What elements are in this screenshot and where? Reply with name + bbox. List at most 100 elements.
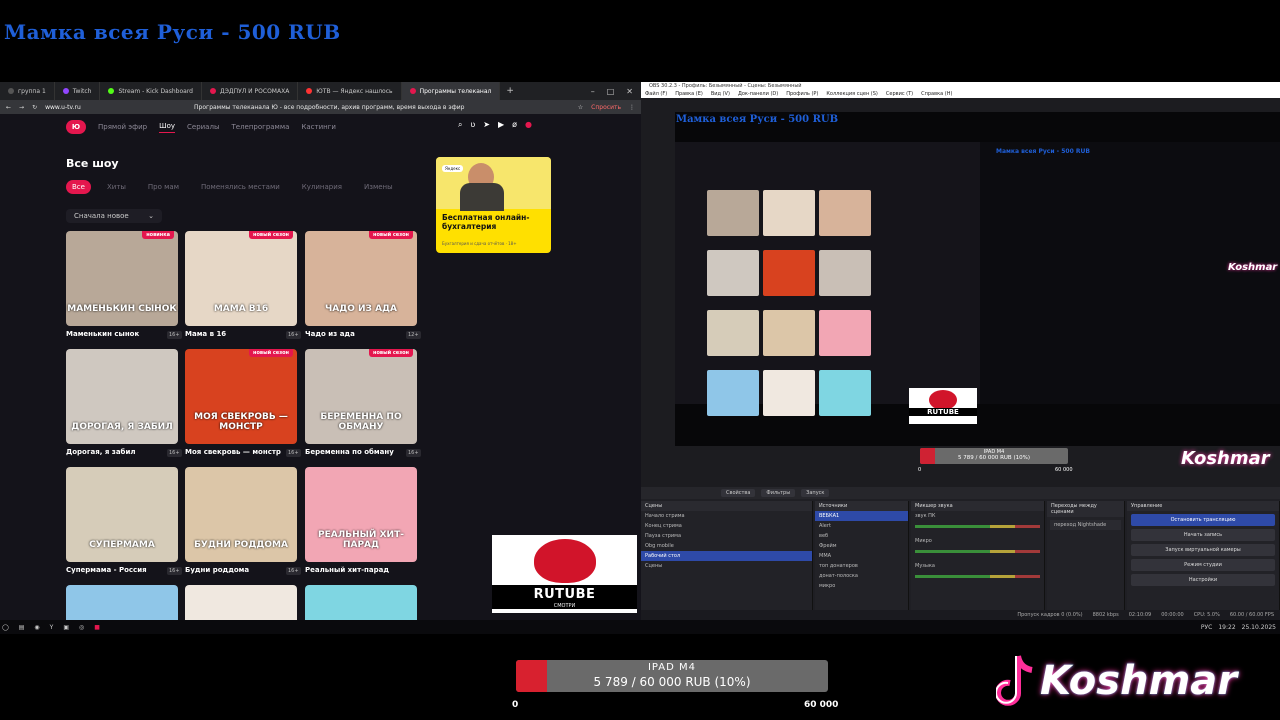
explorer-icon[interactable]: ▤ [19,624,25,631]
menu-help[interactable]: Справка (H) [921,90,952,98]
show-title[interactable]: Чадо из ада [305,330,355,338]
volume-meter[interactable] [915,550,1040,553]
show-title[interactable]: Дорогая, я забил [66,448,135,456]
chip-hits[interactable]: Хиты [101,180,132,194]
transition-select[interactable]: переход Nightshade [1050,520,1121,530]
tray-lang[interactable]: РУС [1201,624,1212,631]
menu-profile[interactable]: Профиль (P) [786,90,818,98]
obs-preview[interactable]: Мамка всея Руси - 500 RUB Мамка всея Рус… [675,112,1280,473]
nav-live[interactable]: Прямой эфир [98,123,147,131]
forward-icon[interactable]: → [19,104,24,111]
show-card[interactable]: СУПЕРМАМА [66,467,178,562]
sort-dropdown[interactable]: Сначала новое ⌄ [66,209,162,223]
close-icon[interactable]: ✕ [626,87,633,96]
volume-meter[interactable] [915,575,1040,578]
chip-all[interactable]: Все [66,180,91,194]
app-icon[interactable]: ◉ [34,624,39,631]
menu-edit[interactable]: Правка (E) [675,90,703,98]
show-card[interactable]: РЕАЛЬНЫЙ ХИТ-ПАРАД [305,467,417,562]
back-icon[interactable]: ← [6,104,11,111]
yandex-browser-icon[interactable]: Y [50,624,54,631]
reload-icon[interactable]: ↻ [32,104,37,111]
scene-item[interactable]: Рабочий стол [641,551,812,561]
scene-item[interactable]: Сцены [641,561,812,571]
show-card[interactable]: новый сезон ЧАДО ИЗ АДА [305,231,417,326]
show-card[interactable]: новый сезон МАМА В16 [185,231,297,326]
source-item[interactable]: Alert [815,521,908,531]
ask-button[interactable]: Спросить [591,104,621,111]
virtual-camera-button[interactable]: Запуск виртуальной камеры [1131,544,1275,556]
source-item[interactable]: топ донатеров [815,561,908,571]
nav-series[interactable]: Сериалы [187,123,219,131]
show-card[interactable]: новый сезон МОЯ СВЕКРОВЬ — МОНСТР [185,349,297,444]
source-item[interactable]: веб [815,531,908,541]
show-card[interactable]: ДОРОГАЯ, Я ЗАБИЛ [66,349,178,444]
tab-deadpool[interactable]: ДЭДПУЛ И РОСОМАХА [202,82,299,100]
menu-file[interactable]: Файл (F) [645,90,667,98]
show-title[interactable]: Маменькин сынок [66,330,139,338]
nav-shows[interactable]: Шоу [159,122,175,133]
show-title[interactable]: Супермама - Россия [66,566,147,574]
maximize-icon[interactable]: □ [607,87,615,96]
chip-cheating[interactable]: Измены [358,180,399,194]
scene-item[interactable]: Конец стрима [641,521,812,531]
tab-utv[interactable]: Программы телеканал [401,82,501,100]
show-title[interactable]: Беременна по обману [305,448,394,456]
new-tab-button[interactable]: + [500,86,514,96]
menu-scenes[interactable]: Коллекция сцен (S) [826,90,878,98]
bookmark-icon[interactable]: ☆ [578,104,583,111]
extensions-icon[interactable]: ⋮ [629,104,635,111]
volume-meter[interactable] [915,525,1040,528]
source-item[interactable]: Фрейм [815,541,908,551]
search-icon[interactable]: ⌕ [458,120,462,130]
settings-button[interactable]: Настройки [1131,574,1275,586]
chip-moms[interactable]: Про мам [142,180,185,194]
start-icon[interactable]: ◯ [2,624,9,631]
telegram-icon[interactable]: ➤ [483,120,490,130]
tab-group[interactable]: группа 1 [0,82,55,100]
scene-item[interactable]: Obg mobile [641,541,812,551]
scene-item[interactable]: Начало стрима [641,511,812,521]
menu-view[interactable]: Вид (V) [711,90,730,98]
show-card[interactable]: БУДНИ РОДДОМА [185,467,297,562]
obs-icon[interactable]: ◎ [79,624,84,631]
ok-icon[interactable]: ø [512,120,517,130]
ad-banner[interactable]: Яндекс Бесплатная онлайн-бухгалтерия Бух… [436,157,551,253]
chip-swap[interactable]: Поменялись местами [195,180,286,194]
url-field[interactable]: www.u-tv.ru [45,104,81,111]
youtube-icon[interactable]: ▶ [498,120,504,130]
profile-icon[interactable]: ● [525,120,532,130]
nav-tv-guide[interactable]: Телепрограмма [231,123,289,131]
app-icon[interactable]: ■ [94,624,100,631]
scene-item[interactable]: Пауза стрима [641,531,812,541]
menu-tools[interactable]: Сервис (T) [886,90,913,98]
show-title[interactable]: Реальный хит-парад [305,566,389,574]
filters-button[interactable]: Фильтры [761,489,796,497]
show-title[interactable]: Будни роддома [185,566,249,574]
studio-mode-button[interactable]: Режим студии [1131,559,1275,571]
launch-button[interactable]: Запуск [801,489,830,497]
menu-docks[interactable]: Док-панели (D) [738,90,778,98]
stop-stream-button[interactable]: Остановить трансляцию [1131,514,1275,526]
vk-icon[interactable]: ʋ [470,120,475,130]
show-title[interactable]: Мама в 16 [185,330,226,338]
source-item[interactable]: донат-полоска [815,571,908,581]
properties-button[interactable]: Свойства [721,489,756,497]
source-item[interactable]: микро [815,581,908,591]
minimize-icon[interactable]: – [591,87,595,96]
start-recording-button[interactable]: Начать запись [1131,529,1275,541]
show-card[interactable] [66,585,178,620]
source-item[interactable]: ВЕБКА1 [815,511,908,521]
tab-kick[interactable]: Stream - Kick Dashboard [100,82,202,100]
chip-cooking[interactable]: Кулинария [296,180,348,194]
nav-castings[interactable]: Кастинги [301,123,336,131]
show-card[interactable]: НЕОТЛОЖКА [185,585,297,620]
show-title[interactable]: Моя свекровь — монстр [185,448,281,456]
source-item[interactable]: MMA [815,551,908,561]
show-card[interactable] [305,585,417,620]
utv-logo[interactable]: Ю [66,120,86,134]
tab-yandex[interactable]: ЮТВ — Яндекс нашлось [298,82,402,100]
tab-twitch[interactable]: Twitch [55,82,101,100]
show-card[interactable]: новинка МАМЕНЬКИН СЫНОК [66,231,178,326]
app-icon[interactable]: ▣ [63,624,69,631]
